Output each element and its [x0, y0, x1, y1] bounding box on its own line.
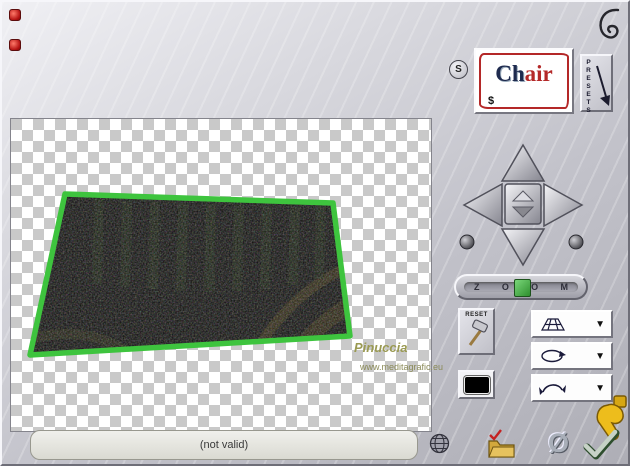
warped-image-preview [27, 191, 353, 358]
zoom-letter-o2: O [531, 282, 539, 292]
rotate-ellipse-icon [541, 349, 566, 363]
logo-card: Chair $ [474, 48, 574, 114]
nudge-left-button[interactable] [462, 182, 504, 228]
plugin-dialog-window: S Chair $ PRESETS Pinuccia www.meditagra… [0, 0, 630, 466]
slashed-circle-icon: Ø [548, 428, 570, 458]
s-button-label: S [455, 64, 462, 75]
flip-arrow-icon [539, 384, 566, 395]
black-screen-icon [463, 375, 490, 394]
nudge-up-button[interactable] [500, 143, 546, 183]
zoom-letter-z: Z [474, 282, 480, 292]
presets-button[interactable]: PRESETS [580, 54, 613, 115]
noise-overlay [30, 194, 350, 355]
dropdown-caret-icon: ▼ [595, 382, 605, 394]
zoom-slider[interactable]: Z O O M [454, 274, 588, 300]
preview-area[interactable] [10, 118, 432, 432]
status-bar: (not valid) [30, 430, 418, 460]
ok-button[interactable] [582, 428, 620, 462]
cancel-button[interactable]: Ø [548, 430, 569, 457]
zoom-thumb[interactable] [514, 279, 531, 297]
nudge-down-button[interactable] [500, 227, 546, 267]
zoom-letter-m: M [560, 282, 568, 292]
logo-text-air: air [524, 61, 553, 86]
dropdown-caret-icon: ▼ [595, 350, 605, 362]
watermark-line2: www.meditagrafic.eu [360, 362, 444, 372]
red-led-button-2[interactable] [9, 39, 21, 51]
nudge-right-button[interactable] [542, 182, 584, 228]
rotation-mode-dropdown[interactable]: ▼ [531, 342, 613, 370]
perspective-mode-dropdown[interactable]: ▼ [531, 310, 613, 338]
display-toggle-button[interactable] [458, 370, 495, 399]
grid-sphere-icon[interactable] [429, 433, 450, 454]
presets-arrow-icon [596, 65, 610, 106]
reset-button[interactable]: RESET [458, 308, 495, 355]
logo-text: Chair [476, 62, 572, 85]
hammer-icon [468, 319, 488, 346]
open-preset-folder-button[interactable] [486, 427, 516, 459]
s-button[interactable]: S [449, 60, 468, 79]
perspective-grid-icon [540, 318, 566, 331]
page-curl-icon[interactable] [595, 6, 625, 42]
logo-dollar-mark: $ [488, 95, 495, 107]
knob-left[interactable] [459, 234, 475, 250]
logo-text-ch: Ch [495, 61, 525, 86]
red-led-button-1[interactable] [9, 9, 21, 21]
zoom-letter-o1: O [501, 282, 509, 292]
knob-right[interactable] [568, 234, 584, 250]
watermark-line1: Pinuccia [354, 340, 408, 355]
presets-button-label: PRESETS [585, 59, 592, 115]
center-nudge-button[interactable] [504, 183, 542, 225]
status-text: (not valid) [199, 439, 249, 451]
dropdown-caret-icon: ▼ [595, 318, 605, 330]
